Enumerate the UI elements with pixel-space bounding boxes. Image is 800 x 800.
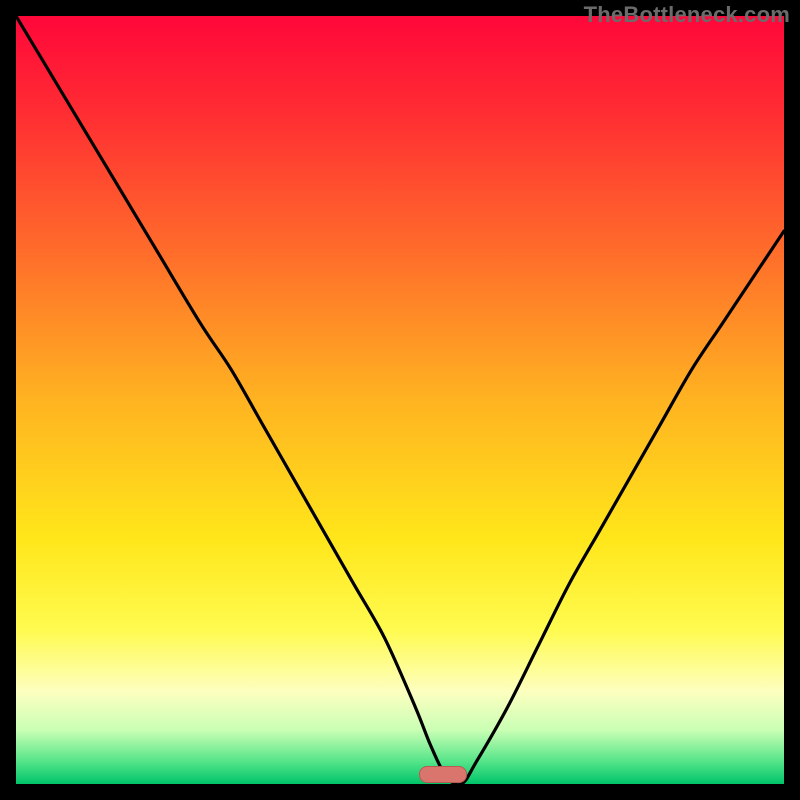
optimum-marker [419, 766, 467, 783]
bottleneck-curve [16, 16, 784, 784]
plot-area [16, 16, 784, 784]
watermark-label: TheBottleneck.com [584, 2, 790, 28]
frame: TheBottleneck.com [0, 0, 800, 800]
